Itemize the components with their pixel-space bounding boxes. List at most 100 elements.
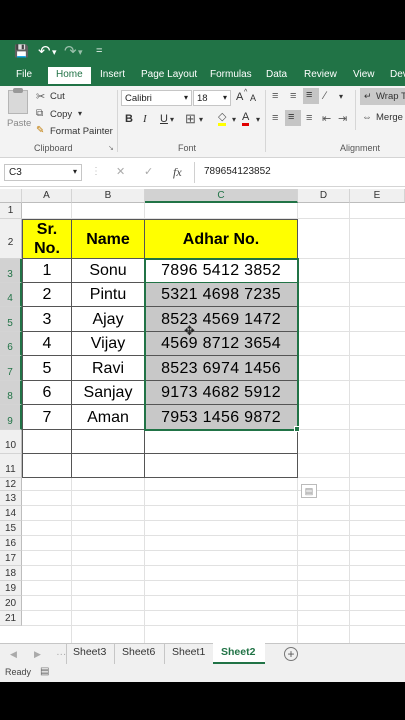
redo-dropdown-icon[interactable]: ▾ [78, 47, 83, 58]
tab-page-layout[interactable]: Page Layout [141, 69, 197, 80]
align-left-icon[interactable]: ≡ [272, 112, 278, 124]
sr-no-cell[interactable]: 7 [22, 405, 72, 430]
row-header-10[interactable]: 10 [0, 430, 22, 454]
row-header-17[interactable]: 17 [0, 551, 22, 566]
empty-cell[interactable] [72, 430, 145, 454]
shrink-font-button[interactable]: A [250, 93, 256, 103]
format-painter-button[interactable]: Format Painter [50, 126, 113, 137]
paste-button[interactable]: Paste [7, 118, 31, 129]
format-painter-icon[interactable]: ✎ [36, 125, 44, 136]
row-header-9[interactable]: 9 [0, 405, 22, 430]
empty-cell[interactable] [22, 454, 72, 478]
name-cell[interactable]: Ravi [72, 356, 145, 381]
column-header-d[interactable]: D [298, 189, 350, 203]
sheet-tab-sheet6[interactable]: Sheet6 [122, 646, 155, 658]
macro-record-icon[interactable]: ▤ [40, 666, 49, 677]
more-sheets-icon[interactable]: … [56, 646, 67, 658]
tab-view[interactable]: View [353, 69, 375, 80]
middle-align-icon[interactable]: ≡ [290, 90, 296, 102]
row-header-1[interactable]: 1 [0, 203, 22, 219]
undo-dropdown-icon[interactable]: ▾ [52, 47, 57, 58]
cancel-icon[interactable]: ✕ [116, 165, 125, 178]
sr-no-cell[interactable]: 1 [22, 259, 72, 283]
redo-icon[interactable]: ↷ [64, 42, 77, 60]
save-icon[interactable]: 💾 [14, 44, 29, 58]
name-cell[interactable]: Vijay [72, 332, 145, 356]
italic-button[interactable]: I [143, 113, 147, 125]
quick-analysis-icon[interactable]: ▤ [301, 484, 317, 498]
name-cell[interactable]: Sanjay [72, 381, 145, 405]
copy-dropdown-icon[interactable]: ▾ [78, 109, 82, 118]
sr-no-cell[interactable]: 4 [22, 332, 72, 356]
column-header-e[interactable]: E [350, 189, 405, 203]
cut-button[interactable]: Cut [50, 91, 65, 102]
row-header-14[interactable]: 14 [0, 506, 22, 521]
merge-icon[interactable]: ⇔ [362, 112, 372, 123]
fill-color-icon[interactable]: ◇ [218, 112, 227, 126]
row-header-8[interactable]: 8 [0, 381, 22, 405]
adhar-cell[interactable]: 4569 8712 3654 [145, 332, 298, 356]
sheet-tab-sheet3[interactable]: Sheet3 [73, 646, 106, 658]
tab-developer[interactable]: Dev [390, 69, 405, 80]
sheet-tab-sheet2[interactable]: Sheet2 [213, 643, 265, 664]
row-header-16[interactable]: 16 [0, 536, 22, 551]
name-cell[interactable]: Pintu [72, 283, 145, 307]
row-header-21[interactable]: 21 [0, 611, 22, 626]
underline-dropdown-icon[interactable]: ▾ [170, 115, 174, 124]
sheet-tab-sheet1[interactable]: Sheet1 [172, 646, 205, 658]
adhar-cell[interactable]: 8523 6974 1456 [145, 356, 298, 381]
row-header-4[interactable]: 4 [0, 283, 22, 307]
prev-sheet-icon[interactable]: ◀ [10, 649, 17, 660]
tab-formulas[interactable]: Formulas [210, 69, 252, 80]
decrease-indent-icon[interactable]: ⇤ [322, 112, 331, 125]
adhar-cell[interactable]: 8523 4569 1472 [145, 307, 298, 332]
merge-button[interactable]: Merge [376, 112, 403, 123]
bold-button[interactable]: B [125, 113, 133, 125]
font-size-dropdown[interactable]: 18 ▾ [193, 90, 231, 106]
row-header-5[interactable]: 5 [0, 307, 22, 332]
empty-cell[interactable] [145, 430, 298, 454]
sr-no-cell[interactable]: 6 [22, 381, 72, 405]
insert-function-button[interactable]: fx [173, 165, 182, 180]
column-header-c[interactable]: C [145, 189, 298, 203]
tab-review[interactable]: Review [304, 69, 337, 80]
top-align-icon[interactable]: ≡ [272, 90, 278, 102]
underline-button[interactable]: U [160, 113, 168, 125]
font-color-dropdown-icon[interactable]: ▾ [256, 115, 260, 124]
orientation-icon[interactable]: ∕ [324, 90, 326, 102]
align-center-icon[interactable]: ≡ [285, 110, 301, 126]
paste-icon[interactable] [8, 88, 28, 114]
tab-insert[interactable]: Insert [100, 69, 125, 80]
add-sheet-button[interactable]: + [284, 647, 298, 661]
copy-icon[interactable]: ⧉ [36, 108, 43, 119]
bottom-align-icon[interactable]: ≡ [303, 88, 319, 104]
adhar-cell[interactable]: 5321 4698 7235 [145, 283, 298, 307]
font-color-button[interactable]: A [242, 111, 250, 126]
increase-indent-icon[interactable]: ⇥ [338, 112, 347, 125]
empty-cell[interactable] [22, 430, 72, 454]
fill-handle[interactable] [294, 426, 300, 432]
clipboard-launcher-icon[interactable]: ↘ [108, 144, 114, 152]
tab-file[interactable]: File [16, 69, 32, 80]
adhar-cell[interactable]: 9173 4682 5912 [145, 381, 298, 405]
row-header-11[interactable]: 11 [0, 454, 22, 478]
borders-icon[interactable]: ⊞ [185, 111, 196, 127]
tab-home[interactable]: Home [48, 67, 91, 84]
grow-font-button[interactable]: A [236, 91, 243, 103]
fill-color-dropdown-icon[interactable]: ▾ [232, 115, 236, 124]
borders-dropdown-icon[interactable]: ▾ [199, 115, 203, 124]
formula-input[interactable]: 789654123852 [204, 166, 271, 177]
name-cell[interactable]: Aman [72, 405, 145, 430]
adhar-cell[interactable]: 7953 1456 9872 [145, 405, 298, 430]
cut-icon[interactable]: ✂ [36, 90, 45, 103]
next-sheet-icon[interactable]: ▶ [34, 649, 41, 660]
wrap-text-button[interactable]: ↵ Wrap T [360, 88, 405, 105]
empty-cell[interactable] [72, 454, 145, 478]
column-header-b[interactable]: B [72, 189, 145, 203]
align-right-icon[interactable]: ≡ [306, 112, 312, 124]
orientation-dropdown-icon[interactable]: ▾ [339, 92, 343, 101]
column-header-a[interactable]: A [22, 189, 72, 203]
tab-data[interactable]: Data [266, 69, 287, 80]
sr-no-cell[interactable]: 2 [22, 283, 72, 307]
name-cell[interactable]: Ajay [72, 307, 145, 332]
